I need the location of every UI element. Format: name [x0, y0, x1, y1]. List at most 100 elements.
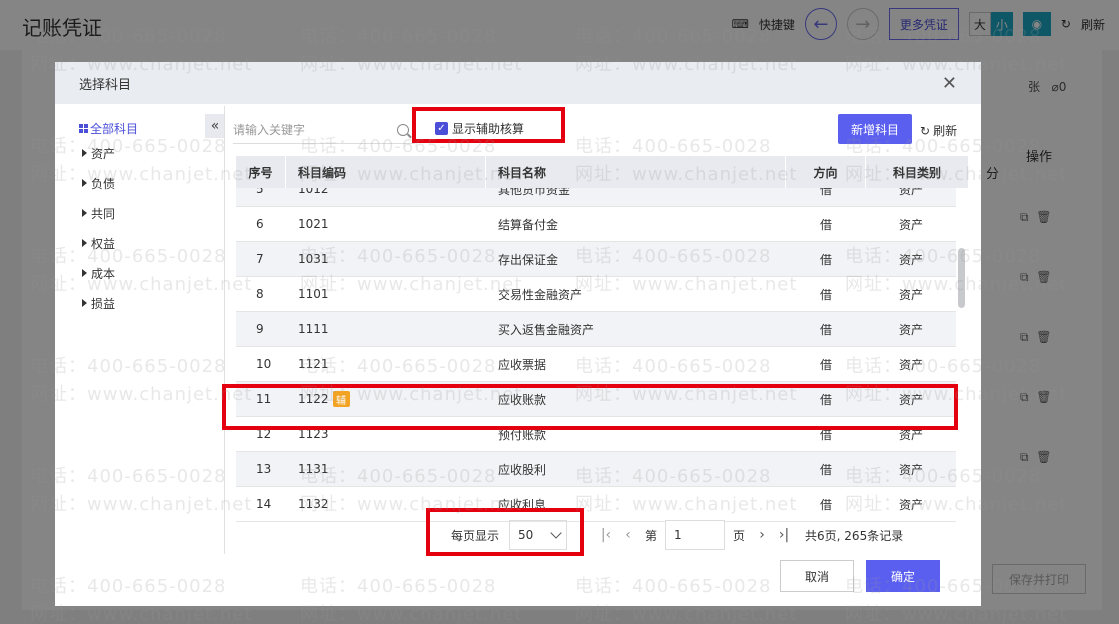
cancel-button[interactable]: 取消 — [780, 560, 854, 592]
cell-no: 12 — [256, 427, 272, 441]
confirm-button[interactable]: 确定 — [866, 560, 940, 592]
cell-type: 资产 — [898, 252, 923, 267]
cell-direction: 借 — [819, 427, 832, 442]
cell-direction: 借 — [819, 287, 832, 302]
cell-code: 1131 — [298, 462, 329, 476]
cell-code: 1012 — [298, 188, 329, 196]
caret-right-icon — [82, 269, 87, 277]
cell-no: 14 — [256, 497, 272, 511]
account-table: 序号 科目编码 科目名称 方向 科目类别 5 1012 其他货币资金借资产 6 1021… — [236, 156, 969, 574]
cell-code: 1122 辅 — [286, 391, 486, 407]
cell-direction: 借 — [819, 322, 832, 337]
cell-name: 结算备付金 — [498, 217, 559, 232]
tree-item-asset[interactable]: 资产 — [79, 138, 224, 168]
table-row[interactable]: 12 1123 预付账款 借 资产 — [236, 417, 956, 452]
table-row[interactable]: 5 1012 其他货币资金 借 资产 — [236, 188, 956, 207]
caret-right-icon — [82, 209, 87, 217]
show-aux-checkbox[interactable]: ✓ 显示辅助核算 — [435, 120, 524, 137]
refresh-button[interactable]: ↻ 刷新 — [920, 122, 957, 139]
search-box — [233, 116, 415, 144]
cell-code: 1101 — [298, 287, 329, 301]
cell-no: 8 — [256, 287, 264, 301]
cell-name: 预付账款 — [498, 427, 547, 442]
account-category-tree: 全部科目 资产 负债 共同 权益 成本 损益 — [79, 118, 224, 318]
tree-root-all[interactable]: 全部科目 — [79, 118, 224, 138]
table-body: 5 1012 其他货币资金借资产 6 1021 结算备付金借资产 7 1031 存出保证金借资产… — [236, 188, 969, 574]
col-header-code: 科目编码 — [286, 156, 486, 188]
search-icon[interactable] — [397, 123, 409, 136]
table-row[interactable]: 7 1031 存出保证金 借 资产 — [236, 242, 956, 277]
next-page-icon[interactable]: › — [751, 527, 773, 543]
page-size-control: 每页显示 50 — [451, 520, 568, 550]
table-header: 序号 科目编码 科目名称 方向 科目类别 — [236, 156, 969, 188]
add-account-button[interactable]: 新增科目 — [838, 114, 912, 144]
col-header-no: 序号 — [236, 156, 286, 188]
col-header-name: 科目名称 — [486, 156, 786, 188]
table-row[interactable]: 11 1122 辅应收账款 借 资产 — [236, 382, 956, 417]
first-page-icon[interactable]: |‹ — [595, 527, 617, 543]
collapse-tree-button[interactable]: « — [205, 114, 225, 138]
tree-item-profit-loss[interactable]: 损益 — [79, 288, 224, 318]
cell-direction: 借 — [819, 497, 832, 512]
close-icon[interactable]: ✕ — [942, 73, 957, 94]
cell-type: 资产 — [898, 188, 923, 197]
per-page-label: 每页显示 — [451, 528, 500, 543]
select-account-dialog: 选择科目 ✕ 全部科目 资产 负债 共同 权益 成本 损益 « ✓ 显示辅助核算… — [55, 62, 981, 606]
cell-type: 资产 — [898, 287, 923, 302]
col-header-direction: 方向 — [786, 156, 866, 188]
chevron-down-icon — [550, 527, 562, 539]
table-row[interactable]: 14 1132 应收利息 借 资产 — [236, 487, 956, 522]
caret-right-icon — [82, 179, 87, 187]
cell-no: 6 — [256, 217, 264, 231]
aux-badge: 辅 — [332, 391, 350, 407]
cell-direction: 借 — [819, 188, 832, 197]
cell-no: 13 — [256, 462, 272, 476]
caret-right-icon — [82, 239, 87, 247]
table-scrollbar[interactable] — [958, 248, 965, 308]
table-row[interactable]: 10 1121 应收票据 借 资产 — [236, 347, 956, 382]
cell-name: 交易性金融资产 — [498, 287, 583, 302]
cell-type: 资产 — [898, 322, 923, 337]
dialog-title: 选择科目 — [79, 77, 132, 93]
cell-code: 1021 — [298, 217, 329, 231]
prev-page-icon[interactable]: ‹ — [617, 527, 639, 543]
caret-right-icon — [82, 149, 87, 157]
table-row[interactable]: 13 1131 应收股利 借 资产 — [236, 452, 956, 487]
table-row[interactable]: 6 1021 结算备付金 借 资产 — [236, 207, 956, 242]
page-number-input[interactable] — [665, 520, 726, 550]
panel-divider — [224, 106, 225, 554]
grid-icon — [79, 123, 88, 133]
tree-item-common[interactable]: 共同 — [79, 198, 224, 228]
last-page-icon[interactable]: ›| — [773, 527, 795, 543]
page-size-select[interactable]: 50 — [509, 520, 568, 550]
caret-right-icon — [82, 299, 87, 307]
cell-direction: 借 — [819, 357, 832, 372]
cell-no: 9 — [256, 322, 264, 336]
cell-type: 资产 — [898, 392, 923, 407]
cell-name: 应收股利 — [498, 462, 547, 477]
cell-code: 1132 — [298, 497, 329, 511]
tree-item-liability[interactable]: 负债 — [79, 168, 224, 198]
cell-no: 5 — [256, 188, 264, 196]
cell-type: 资产 — [898, 427, 923, 442]
refresh-icon: ↻ — [920, 123, 931, 138]
cell-code: 1111 — [298, 322, 329, 336]
cell-no: 10 — [256, 357, 272, 371]
cell-name: 存出保证金 — [498, 252, 559, 267]
cell-name: 应收账款 — [498, 392, 547, 407]
dialog-header: 选择科目 ✕ — [55, 62, 981, 104]
cell-name: 应收利息 — [498, 497, 547, 512]
pagination: |‹ ‹ 第 页 › ›| 共6页, 265条记录 — [595, 520, 903, 550]
search-input[interactable] — [233, 122, 393, 137]
table-row[interactable]: 9 1111 买入返售金融资产 借 资产 — [236, 312, 956, 347]
table-row[interactable]: 8 1101 交易性金融资产 借 资产 — [236, 277, 956, 312]
tree-item-cost[interactable]: 成本 — [79, 258, 224, 288]
cell-type: 资产 — [898, 497, 923, 512]
tree-item-equity[interactable]: 权益 — [79, 228, 224, 258]
cell-name: 其他货币资金 — [498, 188, 571, 197]
table-rows: 5 1012 其他货币资金借资产 6 1021 结算备付金借资产 7 1031 存出保证金借资产… — [236, 188, 956, 522]
cell-direction: 借 — [819, 217, 832, 232]
cell-no: 11 — [256, 392, 272, 406]
cell-code: 1123 — [298, 427, 329, 441]
cell-no: 7 — [256, 252, 264, 266]
